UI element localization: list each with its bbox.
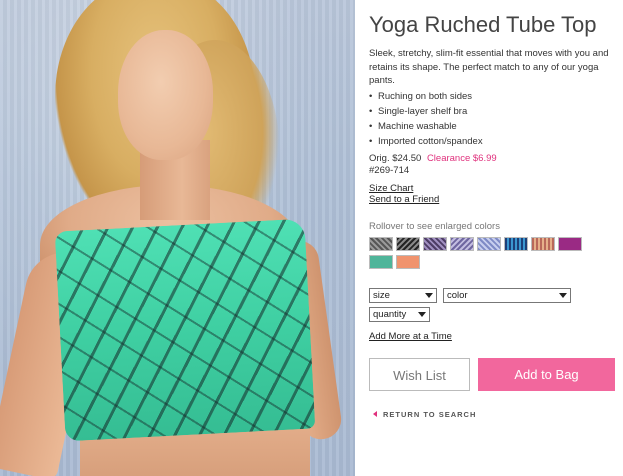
swatch-print-black[interactable] xyxy=(396,237,420,251)
arrow-left-icon xyxy=(373,411,377,417)
add-more-link[interactable]: Add More at a Time xyxy=(369,331,452,342)
chevron-down-icon xyxy=(559,293,567,298)
swatch-print-purple[interactable] xyxy=(423,237,447,251)
swatch-print-grey[interactable] xyxy=(369,237,393,251)
product-photo xyxy=(0,0,355,476)
model-face xyxy=(118,30,213,160)
chevron-down-icon xyxy=(418,312,426,317)
return-to-search-link[interactable]: RETURN TO SEARCH xyxy=(373,410,476,419)
add-to-bag-button[interactable]: Add to Bag xyxy=(478,358,615,391)
swatch-print-lilac[interactable] xyxy=(450,237,474,251)
product-title: Yoga Ruched Tube Top xyxy=(369,12,597,37)
send-to-friend-link[interactable]: Send to a Friend xyxy=(369,194,439,205)
swatch-coral[interactable] xyxy=(396,255,420,269)
return-to-search-label: RETURN TO SEARCH xyxy=(383,410,477,419)
feature-item: Ruching on both sides xyxy=(369,89,483,104)
swatch-instructions: Rollover to see enlarged colors xyxy=(369,221,500,232)
wish-list-button[interactable]: Wish List xyxy=(369,358,470,391)
swatch-stripe-multi[interactable] xyxy=(531,237,555,251)
quantity-select-value: quantity xyxy=(373,309,407,320)
chevron-down-icon xyxy=(425,293,433,298)
size-chart-link[interactable]: Size Chart xyxy=(369,183,413,194)
price-line: Orig. $24.50 Clearance $6.99 xyxy=(369,153,497,164)
size-select[interactable]: size xyxy=(369,288,437,303)
product-sku: #269-714 xyxy=(369,165,410,176)
feature-item: Imported cotton/spandex xyxy=(369,134,483,149)
swatch-print-periwinkle[interactable] xyxy=(477,237,501,251)
product-description: Sleek, stretchy, slim-fit essential that… xyxy=(369,48,609,86)
tube-top-garment xyxy=(54,218,316,442)
original-price: Orig. $24.50 xyxy=(369,153,422,164)
feature-item: Single-layer shelf bra xyxy=(369,104,483,119)
size-select-value: size xyxy=(373,290,390,301)
quantity-select[interactable]: quantity xyxy=(369,307,430,322)
swatch-stripe-blue[interactable] xyxy=(504,237,528,251)
swatch-magenta[interactable] xyxy=(558,237,582,251)
color-select[interactable]: color xyxy=(443,288,571,303)
swatch-teal[interactable] xyxy=(369,255,393,269)
feature-list: Ruching on both sides Single-layer shelf… xyxy=(369,89,483,149)
color-select-value: color xyxy=(447,290,468,301)
clearance-price: Clearance $6.99 xyxy=(426,153,497,164)
feature-item: Machine washable xyxy=(369,119,483,134)
